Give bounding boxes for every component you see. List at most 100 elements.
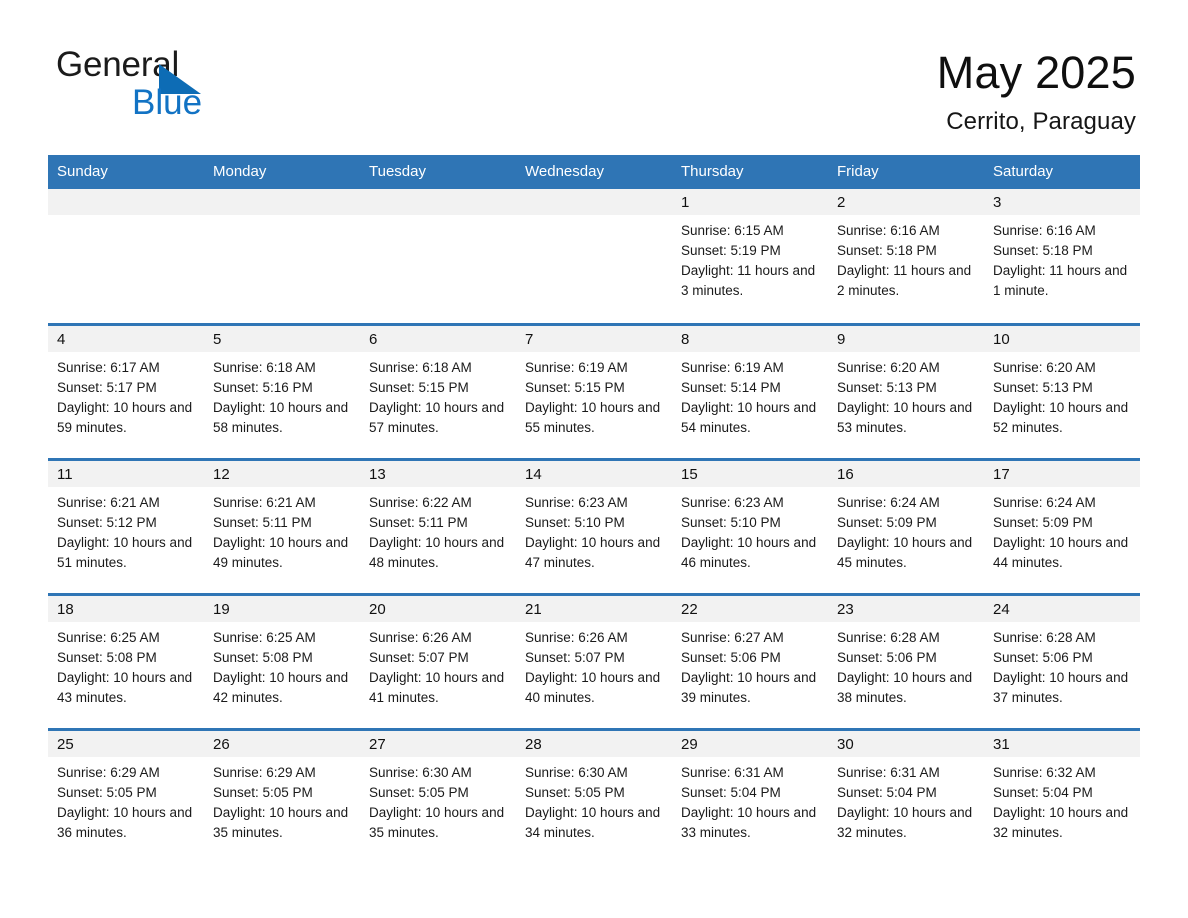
calendar-day-cell[interactable]: 27 Sunrise: 6:30 AM Sunset: 5:05 PM Dayligh… (360, 727, 516, 865)
day-number: 14 (516, 460, 672, 487)
sunset-text: Sunset: 5:05 PM (213, 784, 313, 800)
daylight-text: Daylight: 10 hours and 35 minutes. (213, 804, 349, 840)
calendar-day-cell[interactable]: 10 Sunrise: 6:20 AM Sunset: 5:13 PM Dayligh… (984, 322, 1140, 460)
daylight-text: Daylight: 10 hours and 53 minutes. (837, 399, 973, 435)
day-number (516, 189, 672, 216)
day-info: Sunrise: 6:25 AM Sunset: 5:08 PM Daylight:… (204, 622, 360, 708)
sunset-text: Sunset: 5:04 PM (993, 784, 1093, 800)
calendar-day-cell[interactable]: 28 Sunrise: 6:30 AM Sunset: 5:05 PM Dayligh… (516, 727, 672, 865)
calendar-day-cell[interactable]: 14 Sunrise: 6:23 AM Sunset: 5:10 PM Dayligh… (516, 457, 672, 595)
daylight-text: Daylight: 10 hours and 35 minutes. (369, 804, 505, 840)
calendar-day-cell[interactable]: 2 Sunrise: 6:16 AM Sunset: 5:18 PM Daylight… (828, 189, 984, 324)
day-number: 18 (48, 595, 204, 622)
calendar-day-cell[interactable]: 8 Sunrise: 6:19 AM Sunset: 5:14 PM Daylight… (672, 322, 828, 460)
general-blue-logo[interactable]: General Blue (56, 47, 236, 127)
sunset-text: Sunset: 5:18 PM (837, 243, 937, 259)
sunset-text: Sunset: 5:06 PM (993, 649, 1093, 665)
day-number: 13 (360, 460, 516, 487)
daylight-text: Daylight: 11 hours and 3 minutes. (681, 263, 816, 299)
day-cell-inner: 27 Sunrise: 6:30 AM Sunset: 5:05 PM Dayligh… (360, 730, 516, 863)
daylight-text: Daylight: 10 hours and 58 minutes. (213, 399, 349, 435)
day-info: Sunrise: 6:26 AM Sunset: 5:07 PM Daylight:… (360, 622, 516, 708)
day-cell-inner: 5 Sunrise: 6:18 AM Sunset: 5:16 PM Daylight… (204, 325, 360, 458)
calendar-day-cell[interactable]: 16 Sunrise: 6:24 AM Sunset: 5:09 PM Dayligh… (828, 457, 984, 595)
day-info: Sunrise: 6:18 AM Sunset: 5:16 PM Daylight:… (204, 352, 360, 438)
calendar-day-cell[interactable]: 23 Sunrise: 6:28 AM Sunset: 5:06 PM Dayligh… (828, 592, 984, 730)
calendar-day-cell[interactable]: 4 Sunrise: 6:17 AM Sunset: 5:17 PM Daylight… (48, 322, 204, 460)
sunrise-text: Sunrise: 6:28 AM (837, 629, 940, 645)
calendar-day-cell[interactable]: 7 Sunrise: 6:19 AM Sunset: 5:15 PM Daylight… (516, 322, 672, 460)
day-number: 26 (204, 730, 360, 757)
day-cell-inner: 9 Sunrise: 6:20 AM Sunset: 5:13 PM Daylight… (828, 325, 984, 458)
calendar-day-cell-empty (204, 189, 360, 324)
day-info: Sunrise: 6:28 AM Sunset: 5:06 PM Daylight:… (828, 622, 984, 708)
day-number (48, 189, 204, 216)
day-info: Sunrise: 6:24 AM Sunset: 5:09 PM Daylight:… (984, 487, 1140, 573)
calendar-day-cell[interactable]: 17 Sunrise: 6:24 AM Sunset: 5:09 PM Dayligh… (984, 457, 1140, 595)
day-number: 20 (360, 595, 516, 622)
calendar-day-cell[interactable]: 26 Sunrise: 6:29 AM Sunset: 5:05 PM Dayligh… (204, 727, 360, 865)
day-number: 3 (984, 189, 1140, 216)
calendar-day-cell[interactable]: 9 Sunrise: 6:20 AM Sunset: 5:13 PM Daylight… (828, 322, 984, 460)
calendar-day-cell[interactable]: 5 Sunrise: 6:18 AM Sunset: 5:16 PM Daylight… (204, 322, 360, 460)
calendar-day-cell[interactable]: 29 Sunrise: 6:31 AM Sunset: 5:04 PM Dayligh… (672, 727, 828, 865)
sunrise-text: Sunrise: 6:22 AM (369, 494, 472, 510)
sunset-text: Sunset: 5:11 PM (369, 514, 468, 530)
daylight-text: Daylight: 10 hours and 47 minutes. (525, 534, 661, 570)
day-number: 21 (516, 595, 672, 622)
calendar-day-cell[interactable]: 18 Sunrise: 6:25 AM Sunset: 5:08 PM Dayligh… (48, 592, 204, 730)
day-number: 30 (828, 730, 984, 757)
day-number: 8 (672, 325, 828, 352)
sunrise-text: Sunrise: 6:17 AM (57, 359, 160, 375)
weekday-header-thursday: Thursday (672, 155, 828, 190)
calendar-day-cell[interactable]: 30 Sunrise: 6:31 AM Sunset: 5:04 PM Dayligh… (828, 727, 984, 865)
day-info: Sunrise: 6:26 AM Sunset: 5:07 PM Daylight:… (516, 622, 672, 708)
calendar-day-cell[interactable]: 13 Sunrise: 6:22 AM Sunset: 5:11 PM Dayligh… (360, 457, 516, 595)
daylight-text: Daylight: 10 hours and 32 minutes. (837, 804, 973, 840)
day-cell-inner: 10 Sunrise: 6:20 AM Sunset: 5:13 PM Dayligh… (984, 325, 1140, 458)
calendar-day-cell[interactable]: 31 Sunrise: 6:32 AM Sunset: 5:04 PM Dayligh… (984, 727, 1140, 865)
calendar-day-cell[interactable]: 22 Sunrise: 6:27 AM Sunset: 5:06 PM Dayligh… (672, 592, 828, 730)
day-number: 12 (204, 460, 360, 487)
sunset-text: Sunset: 5:10 PM (681, 514, 781, 530)
calendar-day-cell[interactable]: 21 Sunrise: 6:26 AM Sunset: 5:07 PM Dayligh… (516, 592, 672, 730)
sunrise-sunset-calendar: Sunday Monday Tuesday Wednesday Thursday Frid… (48, 155, 1140, 865)
sunrise-text: Sunrise: 6:26 AM (369, 629, 472, 645)
calendar-day-cell[interactable]: 24 Sunrise: 6:28 AM Sunset: 5:06 PM Dayligh… (984, 592, 1140, 730)
day-number: 2 (828, 189, 984, 216)
calendar-day-cell[interactable]: 1 Sunrise: 6:15 AM Sunset: 5:19 PM Daylight… (672, 189, 828, 324)
daylight-text: Daylight: 11 hours and 1 minute. (993, 263, 1128, 299)
calendar-day-cell[interactable]: 20 Sunrise: 6:26 AM Sunset: 5:07 PM Dayligh… (360, 592, 516, 730)
calendar-day-cell[interactable]: 12 Sunrise: 6:21 AM Sunset: 5:11 PM Dayligh… (204, 457, 360, 595)
daylight-text: Daylight: 10 hours and 57 minutes. (369, 399, 505, 435)
sunrise-text: Sunrise: 6:29 AM (213, 764, 316, 780)
day-cell-inner (360, 189, 516, 321)
daylight-text: Daylight: 10 hours and 59 minutes. (57, 399, 193, 435)
sunset-text: Sunset: 5:12 PM (57, 514, 157, 530)
day-cell-inner: 19 Sunrise: 6:25 AM Sunset: 5:08 PM Dayligh… (204, 595, 360, 728)
weekday-header-saturday: Saturday (984, 155, 1140, 190)
day-cell-inner: 18 Sunrise: 6:25 AM Sunset: 5:08 PM Dayligh… (48, 595, 204, 728)
day-cell-inner: 25 Sunrise: 6:29 AM Sunset: 5:05 PM Dayligh… (48, 730, 204, 863)
calendar-day-cell[interactable]: 3 Sunrise: 6:16 AM Sunset: 5:18 PM Daylight… (984, 189, 1140, 324)
daylight-text: Daylight: 10 hours and 39 minutes. (681, 669, 817, 705)
sunrise-text: Sunrise: 6:20 AM (837, 359, 940, 375)
weekday-header-monday: Monday (204, 155, 360, 190)
daylight-text: Daylight: 10 hours and 43 minutes. (57, 669, 193, 705)
day-number: 16 (828, 460, 984, 487)
sunrise-text: Sunrise: 6:31 AM (681, 764, 784, 780)
day-number: 10 (984, 325, 1140, 352)
calendar-day-cell[interactable]: 25 Sunrise: 6:29 AM Sunset: 5:05 PM Dayligh… (48, 727, 204, 865)
sunset-text: Sunset: 5:06 PM (837, 649, 937, 665)
calendar-day-cell[interactable]: 6 Sunrise: 6:18 AM Sunset: 5:15 PM Daylight… (360, 322, 516, 460)
calendar-day-cell[interactable]: 15 Sunrise: 6:23 AM Sunset: 5:10 PM Dayligh… (672, 457, 828, 595)
sunset-text: Sunset: 5:10 PM (525, 514, 625, 530)
daylight-text: Daylight: 10 hours and 51 minutes. (57, 534, 193, 570)
calendar-day-cell[interactable]: 19 Sunrise: 6:25 AM Sunset: 5:08 PM Dayligh… (204, 592, 360, 730)
day-info: Sunrise: 6:22 AM Sunset: 5:11 PM Daylight:… (360, 487, 516, 573)
sunset-text: Sunset: 5:19 PM (681, 243, 781, 259)
sunrise-text: Sunrise: 6:15 AM (681, 223, 784, 239)
daylight-text: Daylight: 11 hours and 2 minutes. (837, 263, 972, 299)
sunrise-text: Sunrise: 6:18 AM (213, 359, 316, 375)
calendar-day-cell[interactable]: 11 Sunrise: 6:21 AM Sunset: 5:12 PM Dayligh… (48, 457, 204, 595)
